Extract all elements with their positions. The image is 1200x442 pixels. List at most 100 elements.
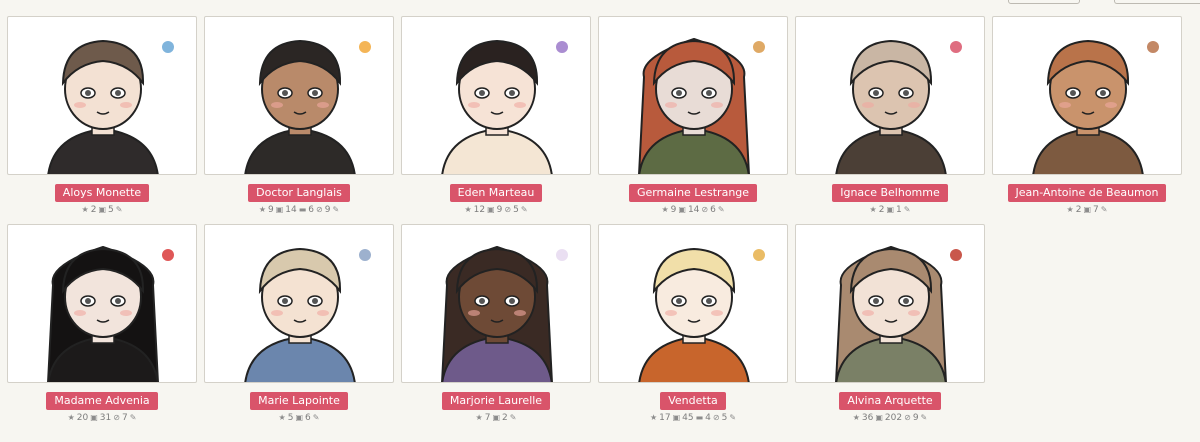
character-name-button[interactable]: Doctor Langlais xyxy=(248,184,350,202)
pencil-icon[interactable]: ✎ xyxy=(1101,205,1108,214)
pencil-icon[interactable]: ✎ xyxy=(729,413,736,422)
pencil-icon[interactable]: ✎ xyxy=(116,205,123,214)
character-name-button[interactable]: Aloys Monette xyxy=(54,184,150,202)
character-name-button[interactable]: Ignace Belhomme xyxy=(832,184,948,202)
character-name-button[interactable]: Eden Marteau xyxy=(449,184,543,202)
stat-value: 31 xyxy=(99,413,112,423)
pencil-icon[interactable]: ✎ xyxy=(130,413,137,422)
stat-value: 5 xyxy=(108,205,114,215)
link-icon: ⊘ xyxy=(316,205,323,214)
star-icon: ★ xyxy=(278,413,286,422)
image-icon: ▣ xyxy=(1083,205,1092,214)
stat-value: 9 xyxy=(670,205,677,215)
image-icon: ▣ xyxy=(492,413,501,422)
character-card[interactable]: Alvina Arquette ★ 36 ▣ 202 ⊘ 9 ✎ xyxy=(795,224,985,423)
character-stats: ★ 2 ▣ 5 ✎ xyxy=(7,205,197,215)
pencil-icon[interactable]: ✎ xyxy=(904,205,911,214)
character-name-button[interactable]: Alvina Arquette xyxy=(839,392,941,410)
stat-value: 12 xyxy=(473,205,486,215)
comment-icon: ▬ xyxy=(695,413,704,422)
stat-value: 14 xyxy=(687,205,700,215)
stat-value: 1 xyxy=(896,205,902,215)
character-portrait[interactable] xyxy=(795,16,985,175)
stat-value: 2 xyxy=(1075,205,1082,215)
character-card[interactable]: Germaine Lestrange ★ 9 ▣ 14 ⊘ 6 ✎ xyxy=(598,16,788,215)
character-name-button[interactable]: Vendetta xyxy=(660,392,726,410)
stat-value: 2 xyxy=(878,205,885,215)
star-icon: ★ xyxy=(81,205,89,214)
pencil-icon[interactable]: ✎ xyxy=(510,413,517,422)
character-portrait[interactable] xyxy=(7,16,197,175)
character-card[interactable]: Marjorie Laurelle ★ 7 ▣ 2 ✎ xyxy=(401,224,591,423)
star-icon: ★ xyxy=(1066,205,1074,214)
character-stats: ★ 7 ▣ 2 ✎ xyxy=(401,413,591,423)
stat-value: 6 xyxy=(710,205,716,215)
star-icon: ★ xyxy=(869,205,877,214)
stat-value: 9 xyxy=(324,205,331,215)
star-icon: ★ xyxy=(67,413,75,422)
star-icon: ★ xyxy=(258,205,266,214)
character-portrait[interactable] xyxy=(795,224,985,383)
character-portrait[interactable] xyxy=(401,16,591,175)
pencil-icon[interactable]: ✎ xyxy=(332,205,339,214)
stat-value: 17 xyxy=(659,413,671,423)
character-name-button[interactable]: Jean-Antoine de Beaumon xyxy=(1007,184,1167,202)
star-icon: ★ xyxy=(852,413,860,422)
stat-value: 2 xyxy=(90,205,97,215)
character-name-button[interactable]: Madame Advenia xyxy=(46,392,158,410)
character-portrait[interactable] xyxy=(204,16,394,175)
character-portrait[interactable] xyxy=(598,16,788,175)
stat-value: 5 xyxy=(513,205,519,215)
character-name-button[interactable]: Marie Lapointe xyxy=(250,392,348,410)
stat-value: 14 xyxy=(285,205,297,215)
character-stats: ★ 9 ▣ 14 ⊘ 6 ✎ xyxy=(598,205,788,215)
character-portrait[interactable] xyxy=(598,224,788,383)
image-icon: ▣ xyxy=(295,413,304,422)
comment-icon: ▬ xyxy=(298,205,307,214)
link-icon: ⊘ xyxy=(701,205,709,214)
star-icon: ★ xyxy=(475,413,483,422)
character-card[interactable]: Aloys Monette ★ 2 ▣ 5 ✎ xyxy=(7,16,197,215)
character-card[interactable]: Doctor Langlais ★ 9 ▣ 14 ▬ 6 ⊘ 9 ✎ xyxy=(204,16,394,215)
image-icon: ▣ xyxy=(672,413,681,422)
character-stats: ★ 2 ▣ 7 ✎ xyxy=(992,205,1182,215)
stat-value: 6 xyxy=(305,413,311,423)
stat-value: 9 xyxy=(267,205,274,215)
character-portrait[interactable] xyxy=(401,224,591,383)
character-portrait[interactable] xyxy=(7,224,197,383)
top-button-2[interactable] xyxy=(1114,0,1200,4)
character-portrait[interactable] xyxy=(204,224,394,383)
character-stats: ★ 12 ▣ 9 ⊘ 5 ✎ xyxy=(401,205,591,215)
character-stats: ★ 36 ▣ 202 ⊘ 9 ✎ xyxy=(795,413,985,423)
pencil-icon[interactable]: ✎ xyxy=(718,205,725,214)
character-card[interactable]: Ignace Belhomme ★ 2 ▣ 1 ✎ xyxy=(795,16,985,215)
character-stats: ★ 20 ▣ 31 ⊘ 7 ✎ xyxy=(7,413,197,423)
character-stats: ★ 5 ▣ 6 ✎ xyxy=(204,413,394,423)
image-icon: ▣ xyxy=(90,413,98,422)
pencil-icon[interactable]: ✎ xyxy=(313,413,320,422)
pencil-icon[interactable]: ✎ xyxy=(521,205,528,214)
image-icon: ▣ xyxy=(875,413,883,422)
character-card[interactable]: Jean-Antoine de Beaumon ★ 2 ▣ 7 ✎ xyxy=(992,16,1182,215)
pencil-icon[interactable]: ✎ xyxy=(921,413,928,422)
image-icon: ▣ xyxy=(886,205,895,214)
character-card[interactable]: Madame Advenia ★ 20 ▣ 31 ⊘ 7 ✎ xyxy=(7,224,197,423)
stat-value: 5 xyxy=(721,413,728,423)
link-icon: ⊘ xyxy=(504,205,512,214)
stat-value: 7 xyxy=(121,413,128,423)
top-button-1[interactable] xyxy=(1008,0,1080,4)
stat-value: 9 xyxy=(912,413,919,423)
link-icon: ⊘ xyxy=(904,413,911,422)
character-card[interactable]: Vendetta ★ 17 ▣ 45 ▬ 4 ⊘ 5 ✎ xyxy=(598,224,788,423)
character-name-button[interactable]: Marjorie Laurelle xyxy=(441,392,551,410)
character-name-button[interactable]: Germaine Lestrange xyxy=(628,184,758,202)
character-portrait[interactable] xyxy=(992,16,1182,175)
character-card[interactable]: Marie Lapointe ★ 5 ▣ 6 ✎ xyxy=(204,224,394,423)
stat-value: 7 xyxy=(484,413,491,423)
link-icon: ⊘ xyxy=(712,413,720,422)
character-card[interactable]: Eden Marteau ★ 12 ▣ 9 ⊘ 5 ✎ xyxy=(401,16,591,215)
stat-value: 45 xyxy=(682,413,694,423)
stat-value: 5 xyxy=(287,413,294,423)
image-icon: ▣ xyxy=(487,205,495,214)
star-icon: ★ xyxy=(661,205,669,214)
